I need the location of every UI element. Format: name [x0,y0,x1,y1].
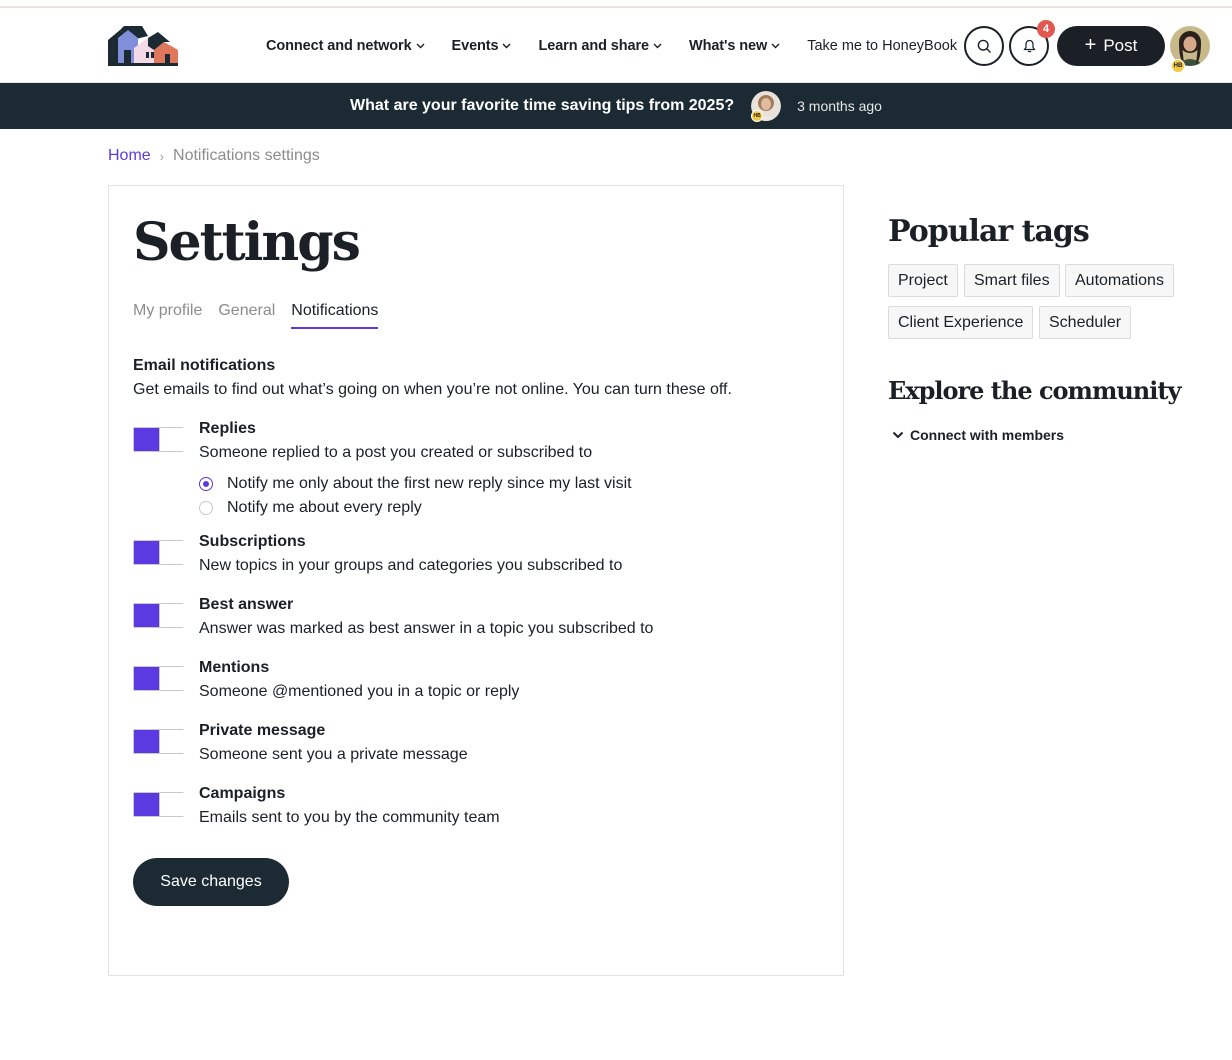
chevron-down-icon [416,43,425,48]
announcement-author-avatar[interactable]: HB [751,91,782,122]
tab-general[interactable]: General [218,302,275,329]
site-header: Connect and network Events Learn and sha… [0,8,1232,83]
toggle-knob [159,667,184,690]
tag-project[interactable]: Project [888,264,958,297]
explore-community-title: Explore the community [888,376,1181,405]
toggle-knob [159,793,184,816]
chevron-down-icon [892,431,904,439]
notification-title: Best answer [199,596,294,613]
radio-button[interactable] [199,501,213,515]
honeybook-badge: HB [1171,59,1185,73]
nav-whats-new[interactable]: What's new [689,38,780,54]
email-notifications-title: Email notifications [133,357,276,374]
radio-label: Notify me about every reply [227,499,422,516]
nav-label: Events [451,37,499,54]
radio-label: Notify me only about the first new reply… [227,475,632,492]
nav-connect-and-network[interactable]: Connect and network [266,38,425,54]
notification-description: Someone replied to a post you created or… [199,444,593,461]
announcement-title[interactable]: What are your favorite time saving tips … [350,97,734,115]
search-button[interactable] [964,26,1004,66]
save-changes-button[interactable]: Save changes [133,858,289,906]
chevron-right-icon: › [159,148,165,164]
breadcrumb-home[interactable]: Home [108,147,151,165]
announcement-bar: What are your favorite time saving tips … [0,83,1232,129]
plus-icon: + [1084,34,1097,56]
nav-label: Learn and share [538,37,649,54]
settings-tabs: My profile General Notifications [133,302,394,329]
toggle-on-fill [134,541,159,564]
chevron-down-icon [653,43,662,48]
radio-button[interactable] [199,477,213,491]
nav-label: What's new [689,37,768,54]
notification-title: Mentions [199,659,270,676]
tab-notifications[interactable]: Notifications [291,302,379,329]
replies-toggle[interactable] [133,427,184,452]
notification-description: Answer was marked as best answer in a to… [199,620,654,637]
subscriptions-toggle[interactable] [133,540,184,565]
toggle-on-fill [134,793,159,816]
settings-card: Settings My profile General Notification… [108,185,844,976]
toggle-on-fill [134,730,159,753]
toggle-on-fill [134,604,159,627]
post-label: Post [1103,36,1138,55]
explore-link-label: Connect with members [910,427,1065,443]
notification-description: Someone @mentioned you in a topic or rep… [199,683,520,700]
notification-description: New topics in your groups and categories… [199,557,623,574]
announcement-time: 3 months ago [797,98,882,114]
tag-smart-files[interactable]: Smart files [964,264,1060,297]
tag-client-experience[interactable]: Client Experience [888,306,1034,339]
notification-title: Private message [199,722,326,739]
bell-icon [1022,39,1036,53]
breadcrumb-current: Notifications settings [173,147,320,164]
popular-tags-title: Popular tags [888,214,1090,249]
nav-label: Connect and network [266,37,412,54]
email-notifications-description: Get emails to find out what’s going on w… [133,381,732,398]
community-logo[interactable] [108,26,178,66]
toggle-knob [159,541,184,564]
chevron-down-icon [771,43,780,48]
tag-scheduler[interactable]: Scheduler [1039,306,1132,339]
reply-option-first[interactable]: Notify me only about the first new reply… [199,475,632,493]
best-answer-toggle[interactable] [133,603,184,628]
radio-dot [203,481,209,487]
campaigns-toggle[interactable] [133,792,184,817]
nav-events[interactable]: Events [452,38,512,54]
connect-with-members-link[interactable]: Connect with members [892,427,1064,443]
reply-option-every[interactable]: Notify me about every reply [199,499,422,517]
notification-description: Emails sent to you by the community team [199,809,500,826]
toggle-on-fill [134,428,159,451]
new-post-button[interactable]: + Post [1057,26,1165,66]
nav-learn-and-share[interactable]: Learn and share [538,38,662,54]
toggle-knob [159,730,184,753]
main-nav: Connect and network Events Learn and sha… [266,8,957,83]
notification-title: Campaigns [199,785,286,802]
page-title: Settings [133,212,361,273]
mentions-toggle[interactable] [133,666,184,691]
search-icon [977,39,991,53]
tag-automations[interactable]: Automations [1065,264,1174,297]
toggle-knob [159,604,184,627]
notification-description: Someone sent you a private message [199,746,468,763]
chevron-down-icon [502,43,511,48]
nav-honeybook-link[interactable]: Take me to HoneyBook [807,38,957,54]
notification-title: Replies [199,420,256,437]
notification-title: Subscriptions [199,533,306,550]
toggle-knob [159,428,184,451]
private-message-toggle[interactable] [133,729,184,754]
tab-my-profile[interactable]: My profile [133,302,202,329]
notification-count-badge: 4 [1037,20,1055,38]
toggle-on-fill [134,667,159,690]
breadcrumb: Home › Notifications settings [108,147,320,165]
